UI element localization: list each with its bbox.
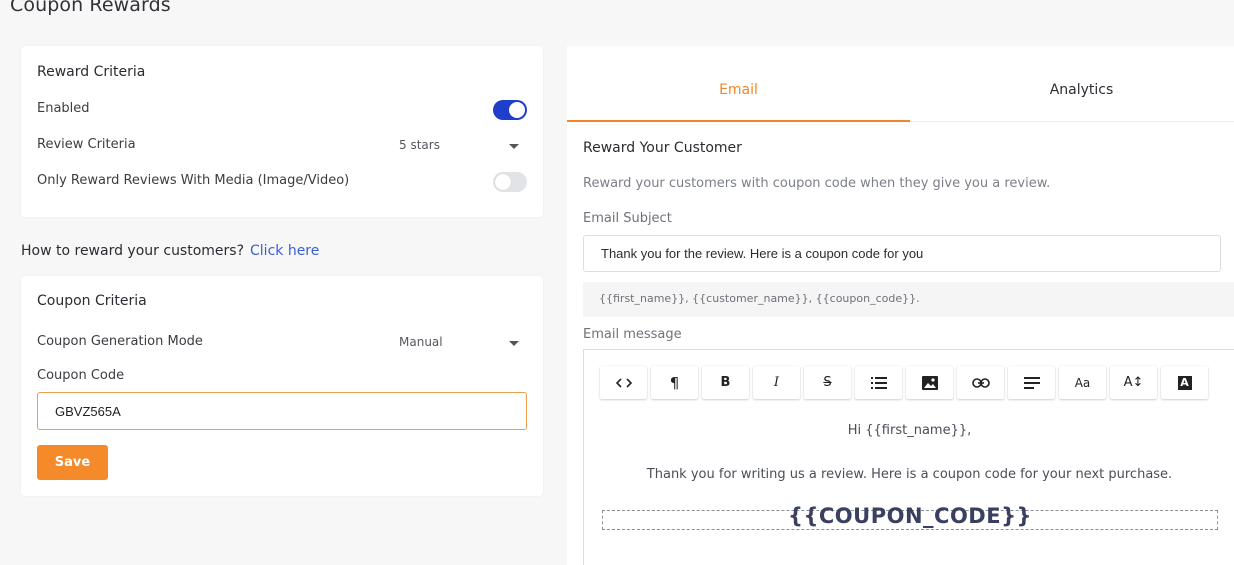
message-greeting: Hi {{first_name}}, xyxy=(847,423,972,438)
save-button[interactable]: Save xyxy=(37,445,108,480)
list-icon xyxy=(870,376,887,389)
tab-analytics[interactable]: Analytics xyxy=(910,46,1234,122)
bold-icon: B xyxy=(720,375,731,390)
code-view-icon xyxy=(615,377,632,388)
toggle-knob xyxy=(495,174,511,190)
media-only-toggle[interactable] xyxy=(493,172,527,192)
link-icon xyxy=(971,377,990,388)
tab-email[interactable]: Email xyxy=(567,46,910,122)
email-message-label: Email message xyxy=(583,327,682,342)
email-subject-label: Email Subject xyxy=(583,211,672,226)
generation-mode-value: Manual xyxy=(399,335,443,349)
variables-hint: {{first_name}}, {{customer_name}}, {{cou… xyxy=(583,282,1234,317)
italic-icon: I xyxy=(773,375,780,390)
chevron-down-icon xyxy=(509,144,519,149)
review-criteria-select[interactable]: 5 stars xyxy=(397,135,527,157)
coupon-code-label: Coupon Code xyxy=(37,368,125,383)
font-size-icon: Aa xyxy=(1074,375,1091,390)
image-icon xyxy=(921,375,938,390)
generation-mode-label: Coupon Generation Mode xyxy=(37,334,203,349)
align-button[interactable] xyxy=(1008,366,1055,399)
media-only-label: Only Reward Reviews With Media (Image/Vi… xyxy=(37,173,350,188)
italic-button[interactable]: I xyxy=(753,366,800,399)
reward-criteria-card: Reward Criteria Enabled Review Criteria … xyxy=(21,46,543,217)
coupon-code-token: {{COUPON_CODE}} xyxy=(788,504,1032,528)
link-button[interactable] xyxy=(957,366,1004,399)
tab-bar: Email Analytics xyxy=(567,46,1234,122)
how-to-reward: How to reward your customers? Click here xyxy=(21,243,319,259)
enabled-label: Enabled xyxy=(37,101,90,116)
line-height-icon: A↕ xyxy=(1123,375,1144,390)
click-here-link[interactable]: Click here xyxy=(250,243,319,259)
email-panel: Email Analytics Reward Your Customer Rew… xyxy=(567,46,1234,565)
text-color-button[interactable]: A xyxy=(1161,366,1208,399)
section-title: Reward Your Customer xyxy=(583,140,742,156)
paragraph-button[interactable]: ¶ xyxy=(651,366,698,399)
paragraph-icon: ¶ xyxy=(669,373,680,392)
strikethrough-button[interactable]: S xyxy=(804,366,851,399)
text-color-icon: A xyxy=(1177,375,1192,390)
font-size-button[interactable]: Aa xyxy=(1059,366,1106,399)
how-to-text: How to reward your customers? xyxy=(21,243,245,259)
page-title: Coupon Rewards xyxy=(10,0,171,16)
section-description: Reward your customers with coupon code w… xyxy=(583,176,1051,191)
email-subject-input[interactable] xyxy=(583,235,1221,272)
line-height-button[interactable]: A↕ xyxy=(1110,366,1157,399)
coupon-criteria-card: Coupon Criteria Coupon Generation Mode M… xyxy=(21,276,543,496)
enabled-toggle[interactable] xyxy=(493,100,527,120)
code-view-button[interactable] xyxy=(600,366,647,399)
review-criteria-label: Review Criteria xyxy=(37,137,136,152)
review-criteria-value: 5 stars xyxy=(399,138,440,152)
generation-mode-select[interactable]: Manual xyxy=(397,332,527,354)
chevron-down-icon xyxy=(509,341,519,346)
align-icon xyxy=(1023,376,1040,389)
coupon-code-input[interactable] xyxy=(37,392,527,430)
bold-button[interactable]: B xyxy=(702,366,749,399)
message-body: Thank you for writing us a review. Here … xyxy=(646,467,1173,482)
reward-criteria-title: Reward Criteria xyxy=(37,64,146,80)
coupon-criteria-title: Coupon Criteria xyxy=(37,293,147,309)
toggle-knob xyxy=(509,102,525,118)
coupon-code-placeholder: {{COUPON_CODE}} xyxy=(602,504,1218,530)
image-button[interactable] xyxy=(906,366,953,399)
email-message-editor[interactable]: ¶ B I S Aa A↕ A Hi {{first_name}}, Thank… xyxy=(583,349,1234,565)
strikethrough-icon: S xyxy=(823,375,832,390)
list-button[interactable] xyxy=(855,366,902,399)
